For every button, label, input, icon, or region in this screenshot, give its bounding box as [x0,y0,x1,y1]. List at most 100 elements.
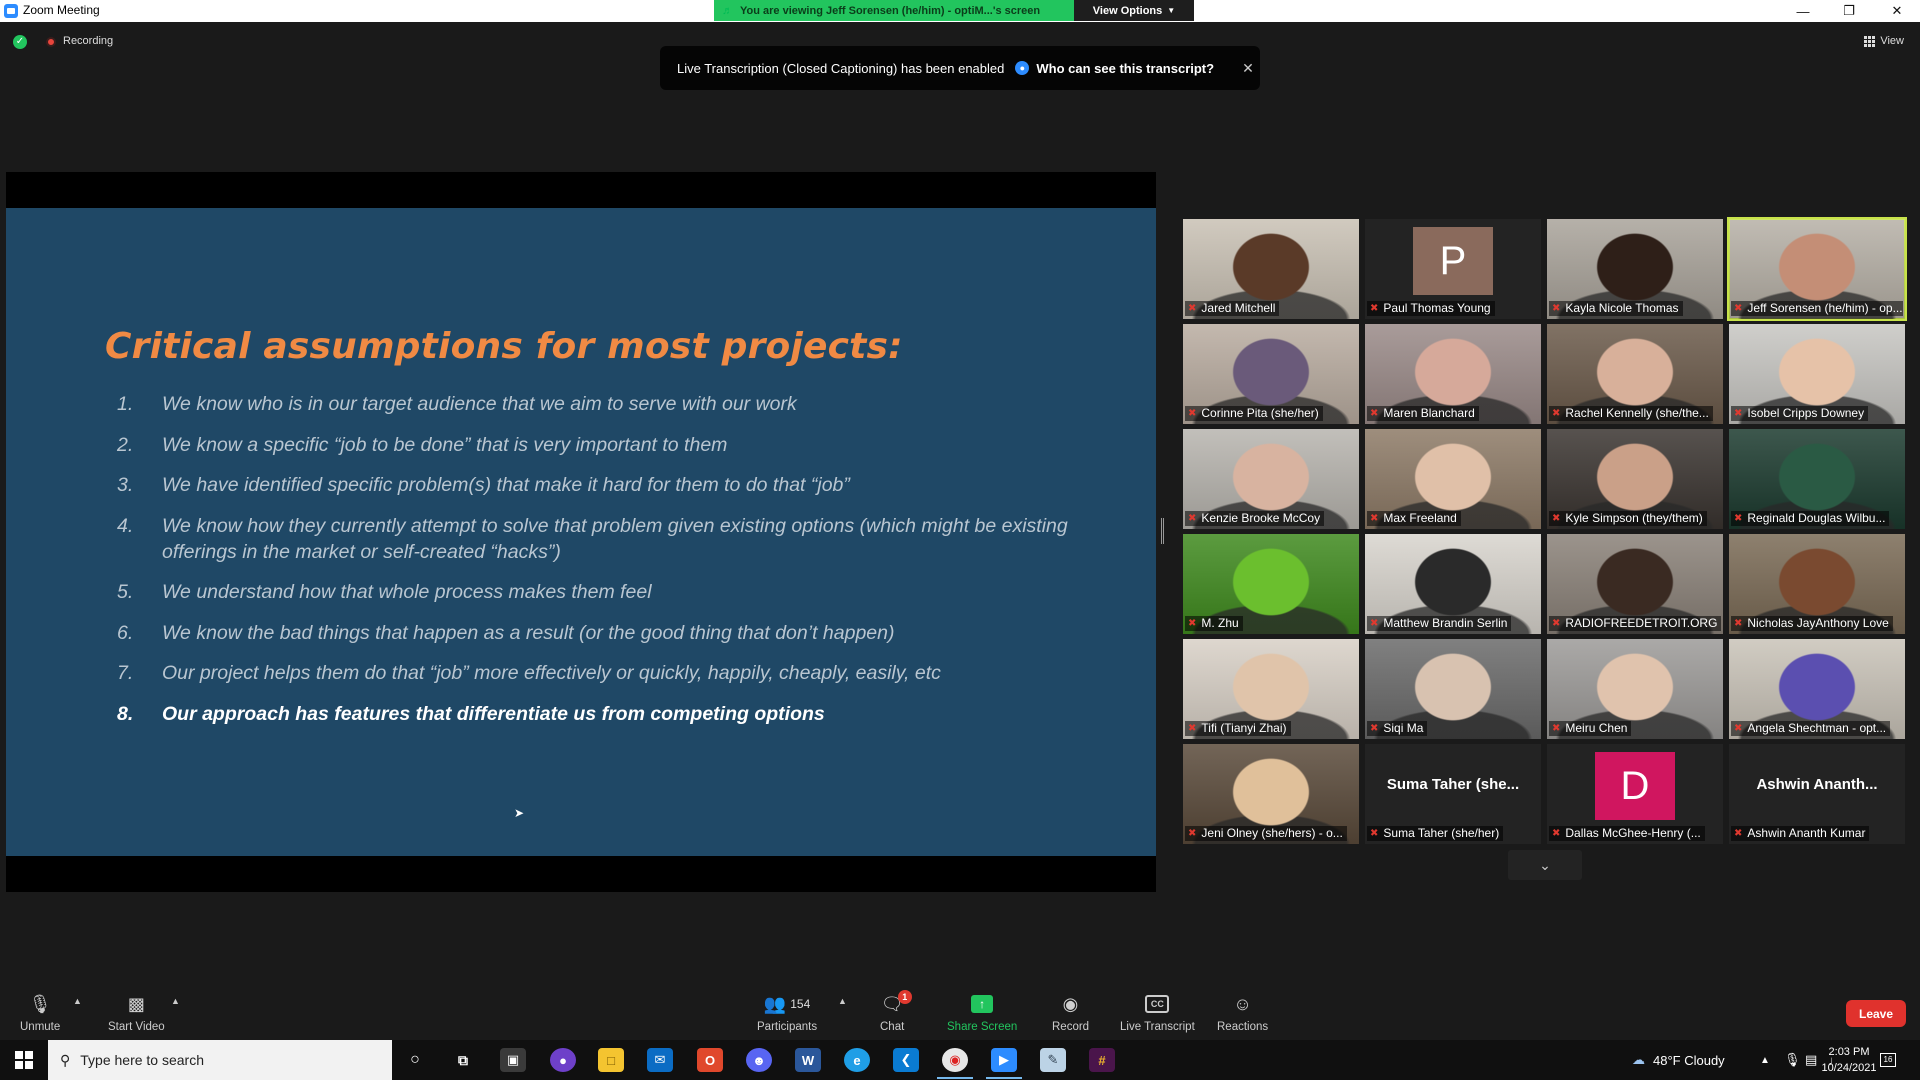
participants-icon: 👥 [763,993,787,1014]
assumption-text: Our approach has features that different… [162,702,825,725]
leave-button[interactable]: Leave [1846,1000,1906,1027]
assumption-item: 8. Our approach has features that differe… [117,701,1097,727]
reactions-icon: ☺ [1233,993,1252,1014]
participant-tile[interactable]: ✖ Reginald Douglas Wilbu... [1729,429,1905,529]
participant-name: ✖ Siqi Ma [1367,721,1428,736]
muted-mic-icon: ✖ [1552,513,1561,524]
participant-tile[interactable]: ✖ Max Freeland [1365,429,1541,529]
participant-name: ✖ Kayla Nicole Thomas [1549,301,1683,316]
participant-tile[interactable]: ✖ RADIOFREEDETROIT.ORG [1547,534,1723,634]
scroll-down-button[interactable]: ⌄ [1508,850,1582,880]
participant-tile[interactable]: ✖ Meiru Chen [1547,639,1723,739]
participant-tile[interactable]: ✖ M. Zhu [1183,534,1359,634]
who-can-see-transcript-link[interactable]: Who can see this transcript? [1036,61,1214,76]
participant-name-label: Suma Taher (she/her) [1383,826,1500,840]
assumption-text: Our project helps them do that “job” mor… [162,662,941,684]
participant-tile[interactable]: P ✖ Paul Thomas Young [1365,219,1541,319]
maximize-button[interactable]: ❐ [1826,0,1872,22]
resize-splitter[interactable] [1161,518,1164,544]
view-options-button[interactable]: View Options ▼ [1074,0,1194,21]
participant-tile[interactable]: ✖ Rachel Kennelly (she/the... [1547,324,1723,424]
assumption-text: We know the bad things that happen as a … [162,621,895,644]
muted-mic-icon: ✖ [1552,723,1561,734]
participant-tile[interactable]: ✖ Tifi (Tianyi Zhai) [1183,639,1359,739]
start-button[interactable] [0,1040,48,1080]
view-options-label: View Options [1092,4,1163,17]
participant-tile[interactable]: ✖ Siqi Ma [1365,639,1541,739]
participant-tile[interactable]: ✖ Nicholas JayAnthony Love [1729,534,1905,634]
participant-tile[interactable]: ✖ Kyle Simpson (they/them) [1547,429,1723,529]
taskbar-search[interactable]: ⚲ Type here to search [48,1040,392,1080]
participant-tile[interactable]: ✖ Kenzie Brooke McCoy [1183,429,1359,529]
participant-tile[interactable]: ✖ Corinne Pita (she/her) [1183,324,1359,424]
participant-tile[interactable]: ✖ Jeff Sorensen (he/him) - op... [1727,217,1907,321]
video-options-caret[interactable]: ▲ [171,996,180,1006]
viewing-screen-text: You are viewing Jeff Sorensen (he/him) -… [740,4,1041,17]
chrome-active-indicator [937,1077,973,1079]
edge-icon[interactable]: e [844,1048,870,1072]
audio-options-caret[interactable]: ▲ [73,996,82,1006]
store-icon[interactable]: ▣ [500,1048,526,1072]
assumption-list: 1. We know who is in our target audience … [117,391,1097,741]
view-button[interactable]: View [1864,35,1904,47]
participants-options-caret[interactable]: ▲ [838,996,847,1006]
assumption-item: 2. We know a specific “job to be done” th… [117,432,1097,458]
office-icon[interactable]: O [697,1048,723,1072]
network-icon[interactable]: ▤ [1805,1040,1817,1080]
github-desktop-icon[interactable]: ● [550,1048,576,1072]
live-transcript-button[interactable]: CC Live Transcript [1120,992,1195,1033]
participant-tile[interactable]: ✖ Kayla Nicole Thomas [1547,219,1723,319]
participant-name: ✖ Isobel Cripps Downey [1731,406,1869,421]
weather-widget[interactable]: ☁ 48°F Cloudy [1632,1040,1725,1080]
pen-app-icon[interactable]: ✎ [1040,1048,1066,1072]
participant-tile[interactable]: ✖ Maren Blanchard [1365,324,1541,424]
file-explorer-icon[interactable]: □ [598,1048,624,1072]
microphone-tray-icon[interactable]: 🎙 [1784,1040,1801,1080]
mail-icon[interactable]: ✉ [647,1048,673,1072]
notifications-button[interactable]: 16 [1880,1040,1896,1080]
participant-tile[interactable]: Suma Taher (she... ✖ Suma Taher (she/her) [1365,744,1541,844]
participant-name: ✖ Kyle Simpson (they/them) [1549,511,1707,526]
participants-button[interactable]: 👥 154 Participants [757,992,817,1034]
muted-mic-icon: ✖ [1370,723,1379,734]
participant-name: ✖ Reginald Douglas Wilbu... [1731,511,1890,526]
notification-icon: 16 [1880,1053,1896,1067]
assumption-text: We have identified specific problem(s) t… [162,474,850,496]
chrome-icon[interactable]: ◉ [942,1048,968,1072]
record-button[interactable]: ◉ Record [1052,992,1089,1034]
discord-icon[interactable]: ☻ [746,1048,772,1072]
task-view-icon[interactable]: ⧉ [450,1048,476,1072]
reactions-button[interactable]: ☺ Reactions [1217,992,1269,1034]
taskbar-clock[interactable]: 2:03 PM 10/24/2021 [1819,1044,1879,1076]
close-icon[interactable]: ✕ [1242,60,1254,77]
close-window-button[interactable]: ✕ [1874,0,1920,22]
tray-overflow-icon[interactable]: ▲ [1760,1040,1770,1080]
participant-name-label: Kayla Nicole Thomas [1565,301,1679,315]
participant-name: ✖ Paul Thomas Young [1367,301,1495,316]
encryption-shield-icon[interactable]: ✓ [13,35,27,49]
record-icon: ◉ [1062,993,1079,1014]
minimize-button[interactable]: — [1780,0,1826,22]
participant-name: ✖ Jeff Sorensen (he/him) - op... [1731,301,1903,316]
chat-button[interactable]: 🗨 1 Chat [880,990,912,1033]
participant-name-label: Nicholas JayAnthony Love [1747,616,1889,630]
participant-tile[interactable]: ✖ Isobel Cripps Downey [1729,324,1905,424]
zoom-taskbar-icon[interactable]: ▶ [991,1048,1017,1072]
start-video-button[interactable]: ▩ Start Video [108,992,165,1034]
participant-tile[interactable]: Ashwin Ananth... ✖ Ashwin Ananth Kumar [1729,744,1905,844]
reactions-label: Reactions [1217,1021,1269,1033]
share-screen-button[interactable]: ↑ Share Screen [947,992,1017,1033]
participant-tile[interactable]: ✖ Jared Mitchell [1183,219,1359,319]
participant-name-label: Reginald Douglas Wilbu... [1747,511,1886,525]
participant-tile[interactable]: ✖ Jeni Olney (she/hers) - o... [1183,744,1359,844]
slack-icon[interactable]: # [1089,1048,1115,1072]
participant-tile[interactable]: ✖ Matthew Brandin Serlin [1365,534,1541,634]
unmute-button[interactable]: 🎙 Unmute [20,992,60,1034]
cortana-icon[interactable]: ○ [402,1048,428,1072]
transcription-message: Live Transcription (Closed Captioning) h… [677,60,1005,76]
participant-tile[interactable]: ✖ Angela Shechtman - opt... [1729,639,1905,739]
participant-name: ✖ Corinne Pita (she/her) [1185,406,1323,421]
word-icon[interactable]: W [795,1048,821,1072]
participant-tile[interactable]: D ✖ Dallas McGhee-Henry (... [1547,744,1723,844]
vscode-icon[interactable]: ❮ [893,1048,919,1072]
